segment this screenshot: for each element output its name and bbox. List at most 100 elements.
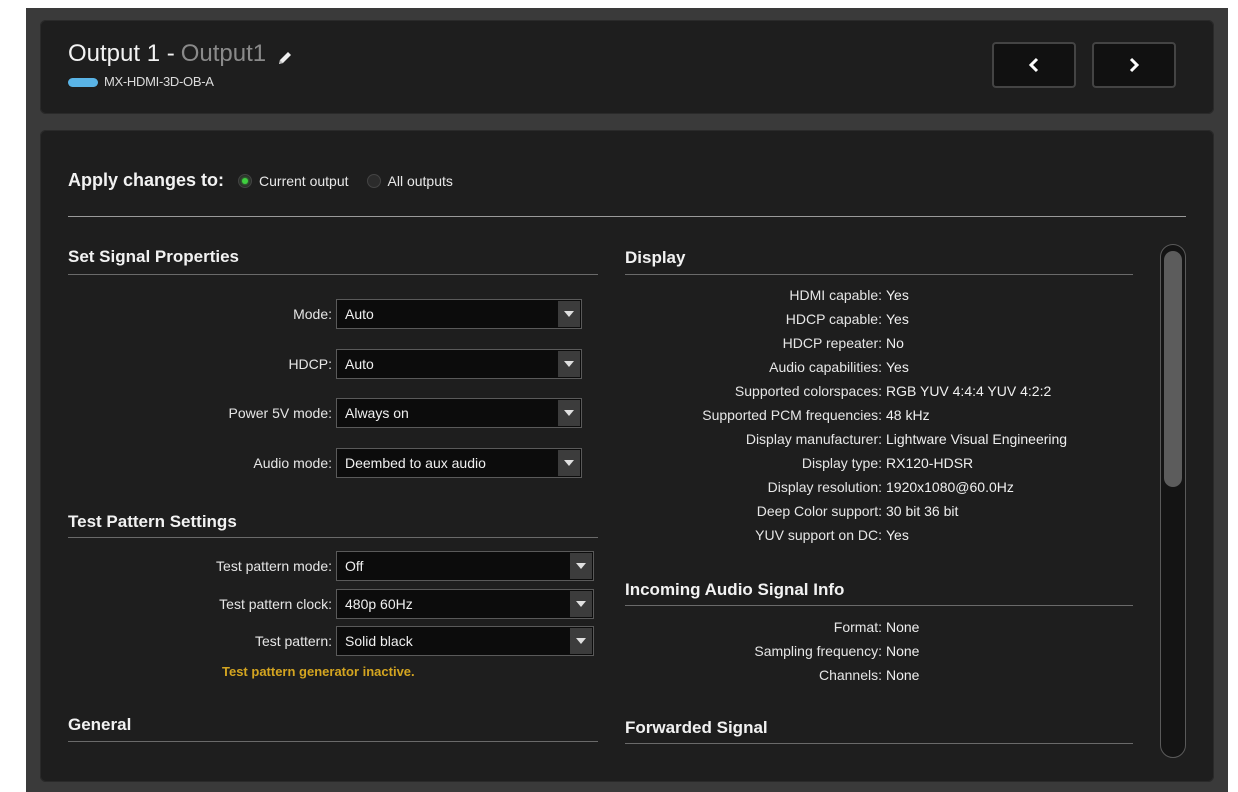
- dropdown-arrow-icon: [570, 591, 592, 617]
- section-divider: [625, 605, 1133, 606]
- display-info-row: Audio capabilities: Yes: [625, 355, 909, 379]
- audio-mode-row: Audio mode: Deembed to aux audio: [68, 448, 582, 478]
- radio-all-outputs[interactable]: All outputs: [366, 172, 453, 189]
- info-key: Audio capabilities:: [769, 359, 882, 375]
- hdcp-row: HDCP: Auto: [68, 349, 582, 379]
- power-5v-select[interactable]: Always on: [336, 398, 582, 428]
- radio-button[interactable]: [366, 173, 381, 188]
- display-info-row: Display resolution: 1920x1080@60.0Hz: [625, 475, 1014, 499]
- info-value: Yes: [886, 287, 909, 303]
- dropdown-arrow-icon: [570, 553, 592, 579]
- section-divider: [68, 537, 598, 538]
- output-header: Output 1 - Output1 MX-HDMI-3D-OB-A: [40, 20, 1214, 114]
- section-divider: [68, 274, 598, 275]
- hdcp-select[interactable]: Auto: [336, 349, 582, 379]
- apply-changes-row: Apply changes to: Current output All out…: [68, 170, 471, 191]
- test-pattern-mode-select[interactable]: Off: [336, 551, 594, 581]
- audio-info-row: Channels: None: [625, 663, 920, 687]
- display-info-row: Supported colorspaces: RGB YUV 4:4:4 YUV …: [625, 379, 1051, 403]
- mode-label: Mode:: [293, 306, 332, 322]
- test-pattern-clock-value: 480p 60Hz: [345, 596, 413, 612]
- info-value: None: [886, 619, 920, 635]
- radio-label: All outputs: [387, 172, 453, 189]
- section-divider: [625, 274, 1133, 275]
- info-key: Display manufacturer:: [745, 431, 882, 447]
- chevron-left-icon: [1028, 57, 1039, 73]
- next-output-button[interactable]: [1092, 42, 1176, 88]
- mode-value: Auto: [345, 306, 374, 322]
- power-5v-value: Always on: [345, 405, 409, 421]
- display-info-row: HDMI capable: Yes: [625, 283, 909, 307]
- section-title-forwarded-signal: Forwarded Signal: [625, 718, 768, 737]
- info-value: Yes: [886, 359, 909, 375]
- info-value: 30 bit 36 bit: [886, 503, 959, 519]
- info-key: HDMI capable:: [789, 287, 882, 303]
- radio-current-output[interactable]: Current output: [238, 173, 349, 189]
- test-pattern-mode-row: Test pattern mode: Off: [68, 551, 594, 581]
- audio-info-row: Sampling frequency: None: [625, 639, 919, 663]
- display-info-row: Supported PCM frequencies: 48 kHz: [625, 403, 930, 427]
- info-key: YUV support on DC:: [755, 527, 882, 543]
- info-key: HDCP capable:: [785, 311, 882, 327]
- test-pattern-clock-label: Test pattern clock:: [219, 596, 332, 612]
- test-pattern-mode-value: Off: [345, 558, 364, 574]
- info-value: 1920x1080@60.0Hz: [886, 479, 1014, 495]
- test-pattern-clock-row: Test pattern clock: 480p 60Hz: [68, 589, 594, 619]
- dropdown-arrow-icon: [558, 351, 580, 377]
- test-pattern-mode-label: Test pattern mode:: [216, 558, 332, 574]
- device-info: MX-HDMI-3D-OB-A: [68, 74, 214, 89]
- section-divider: [68, 741, 598, 742]
- page-title: Output 1 - Output1: [68, 40, 294, 68]
- info-value: 48 kHz: [886, 407, 930, 423]
- info-key: HDCP repeater:: [782, 335, 882, 351]
- display-info-row: HDCP repeater: No: [625, 331, 904, 355]
- dropdown-arrow-icon: [558, 450, 580, 476]
- previous-output-button[interactable]: [992, 42, 1076, 88]
- test-pattern-value: Solid black: [345, 633, 413, 649]
- test-pattern-select[interactable]: Solid black: [336, 626, 594, 656]
- info-key: Sampling frequency:: [754, 643, 882, 659]
- info-value: RGB YUV 4:4:4 YUV 4:2:2: [886, 383, 1052, 399]
- output-settings-panel: Apply changes to: Current output All out…: [40, 130, 1214, 782]
- display-info-row: YUV support on DC: Yes: [625, 523, 909, 547]
- dropdown-arrow-icon: [570, 628, 592, 654]
- info-key: Supported PCM frequencies:: [702, 407, 882, 423]
- power-5v-row: Power 5V mode: Always on: [68, 398, 582, 428]
- test-pattern-label: Test pattern:: [254, 633, 332, 649]
- info-value: Yes: [886, 311, 909, 327]
- section-title-test-pattern: Test Pattern Settings: [68, 512, 237, 531]
- dropdown-arrow-icon: [558, 400, 580, 426]
- info-value: Lightware Visual Engineering: [886, 431, 1068, 447]
- section-title-incoming-audio: Incoming Audio Signal Info: [625, 580, 845, 599]
- info-value: None: [886, 667, 920, 683]
- info-key: Display type:: [801, 455, 882, 471]
- mode-row: Mode: Auto: [68, 299, 582, 329]
- scrollbar[interactable]: [1160, 244, 1186, 758]
- mode-select[interactable]: Auto: [336, 299, 582, 329]
- radio-label: Current output: [259, 172, 349, 189]
- info-key: Deep Color support:: [756, 503, 882, 519]
- display-info-row: Display type: RX120-HDSR: [625, 451, 973, 475]
- info-value: No: [886, 335, 904, 351]
- display-info-row: Display manufacturer: Lightware Visual En…: [625, 427, 1067, 451]
- info-value: None: [886, 643, 920, 659]
- info-key: Supported colorspaces:: [734, 383, 882, 399]
- radio-button-selected[interactable]: [238, 173, 253, 188]
- pencil-icon[interactable]: [276, 46, 294, 64]
- info-value: Yes: [886, 527, 909, 543]
- device-model: MX-HDMI-3D-OB-A: [104, 74, 214, 89]
- info-key: Display resolution:: [767, 479, 882, 495]
- title-prefix: Output 1 -: [68, 40, 175, 67]
- audio-mode-value: Deembed to aux audio: [345, 455, 486, 471]
- scrollbar-thumb[interactable]: [1164, 251, 1182, 487]
- info-key: Format:: [833, 619, 882, 635]
- info-key: Channels:: [818, 667, 882, 683]
- divider: [68, 216, 1186, 217]
- audio-info-row: Format: None: [625, 615, 920, 639]
- apply-changes-label: Apply changes to:: [68, 170, 225, 190]
- display-info-row: HDCP capable: Yes: [625, 307, 909, 331]
- test-pattern-clock-select[interactable]: 480p 60Hz: [336, 589, 594, 619]
- power-5v-label: Power 5V mode:: [228, 405, 333, 421]
- section-divider: [625, 743, 1133, 744]
- audio-mode-select[interactable]: Deembed to aux audio: [336, 448, 582, 478]
